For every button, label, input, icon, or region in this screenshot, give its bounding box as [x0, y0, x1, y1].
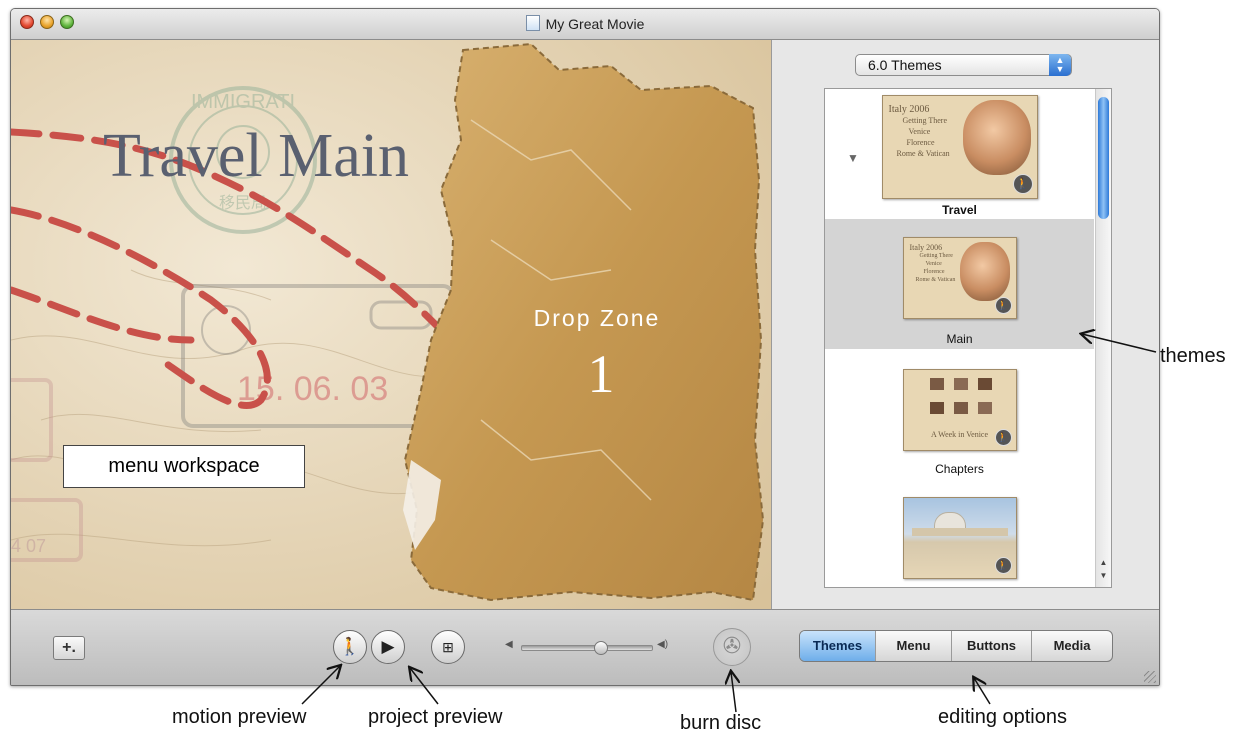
themes-panel: 6.0 Themes ▲ ▼ ▼ Italy 2006 Getting There…	[771, 40, 1159, 609]
theme-label: Travel	[942, 203, 977, 217]
tab-themes[interactable]: Themes	[800, 631, 876, 661]
window-title: My Great Movie	[11, 15, 1159, 32]
theme-thumbnail: A Week in Venice 🚶	[902, 369, 1017, 451]
bottom-toolbar: +. 🚶 ▶ ⊞ ◀ ◀) ✇ Themes Menu Buttons Medi…	[11, 609, 1159, 685]
project-preview-button[interactable]: ▶	[371, 630, 405, 664]
scroll-up-arrow-icon[interactable]: ▲	[1098, 557, 1109, 569]
volume-slider-knob[interactable]	[594, 641, 608, 655]
sitemap-icon: ⊞	[442, 639, 454, 655]
volume-low-icon: ◀	[505, 639, 513, 650]
motion-icon: 🚶	[994, 557, 1012, 574]
editing-options-tabs: Themes Menu Buttons Media	[799, 630, 1113, 662]
menu-workspace[interactable]: IMMIGRATI 移民局 15. 06. 03 4 07 Drop Zone …	[11, 40, 771, 609]
theme-item-travel[interactable]: Italy 2006 Getting There Venice Florence…	[825, 89, 1094, 219]
menu-background: IMMIGRATI 移民局 15. 06. 03 4 07 Drop Zone …	[11, 40, 771, 609]
theme-thumbnail: Italy 2006 Getting There Venice Florence…	[902, 237, 1017, 319]
menu-workspace-callout: menu workspace	[63, 445, 305, 488]
motion-icon: 🚶	[994, 297, 1012, 314]
app-window: My Great Movie IMMIGRATI 移民局 15. 06. 03 …	[10, 8, 1160, 686]
tab-media[interactable]: Media	[1032, 631, 1112, 661]
theme-item-main[interactable]: Italy 2006 Getting There Venice Florence…	[825, 219, 1094, 349]
menu-title: Travel Main	[103, 122, 409, 190]
project-preview-callout: project preview	[368, 706, 503, 728]
theme-label: Chapters	[935, 462, 984, 476]
motion-preview-callout: motion preview	[172, 706, 307, 728]
motion-preview-button[interactable]: 🚶	[333, 630, 367, 664]
stamp-small-text: 4 07	[11, 536, 46, 556]
scrollbar-thumb[interactable]	[1098, 97, 1109, 219]
motion-icon: 🚶	[1012, 174, 1033, 194]
drop-zone-number: 1	[588, 344, 615, 404]
map-view-button[interactable]: ⊞	[431, 630, 465, 664]
theme-list-scrollbar[interactable]: ▲ ▼	[1095, 89, 1111, 587]
couple-photo	[960, 242, 1010, 302]
volume-high-icon: ◀)	[657, 639, 669, 650]
tab-buttons[interactable]: Buttons	[952, 631, 1032, 661]
burn-disc-button[interactable]: ✇	[713, 628, 751, 666]
themes-callout: themes	[1160, 345, 1226, 367]
burn-disc-icon: ✇	[722, 633, 742, 658]
theme-thumbnail: 🚶	[902, 497, 1017, 579]
drop-zone-label: Drop Zone	[534, 305, 661, 331]
document-icon	[525, 15, 540, 31]
add-menu-button[interactable]: +.	[53, 636, 85, 660]
theme-family-select[interactable]: 6.0 Themes ▲ ▼	[855, 54, 1072, 76]
burn-disc-callout: burn disc	[680, 712, 762, 734]
theme-item-4[interactable]: 🚶	[825, 479, 1094, 587]
walking-man-icon: 🚶	[339, 637, 361, 656]
couple-photo	[962, 100, 1031, 176]
tab-menu[interactable]: Menu	[876, 631, 952, 661]
play-icon: ▶	[381, 637, 395, 656]
volume-slider[interactable]	[521, 641, 653, 655]
theme-label: Main	[946, 332, 973, 346]
theme-list: ▼ Italy 2006 Getting There Venice Floren…	[824, 88, 1112, 588]
editing-options-callout: editing options	[938, 706, 1067, 728]
scroll-down-arrow-icon[interactable]: ▼	[1098, 570, 1109, 582]
titlebar: My Great Movie	[11, 9, 1159, 40]
theme-item-chapters[interactable]: A Week in Venice 🚶 Chapters	[825, 349, 1094, 479]
seal-top-text: IMMIGRATI	[191, 91, 295, 113]
motion-icon: 🚶	[994, 429, 1012, 446]
select-arrows-icon: ▲ ▼	[1049, 54, 1071, 76]
resize-grip-icon[interactable]	[1144, 671, 1156, 683]
theme-thumbnail: Italy 2006 Getting There Venice Florence…	[881, 95, 1038, 199]
